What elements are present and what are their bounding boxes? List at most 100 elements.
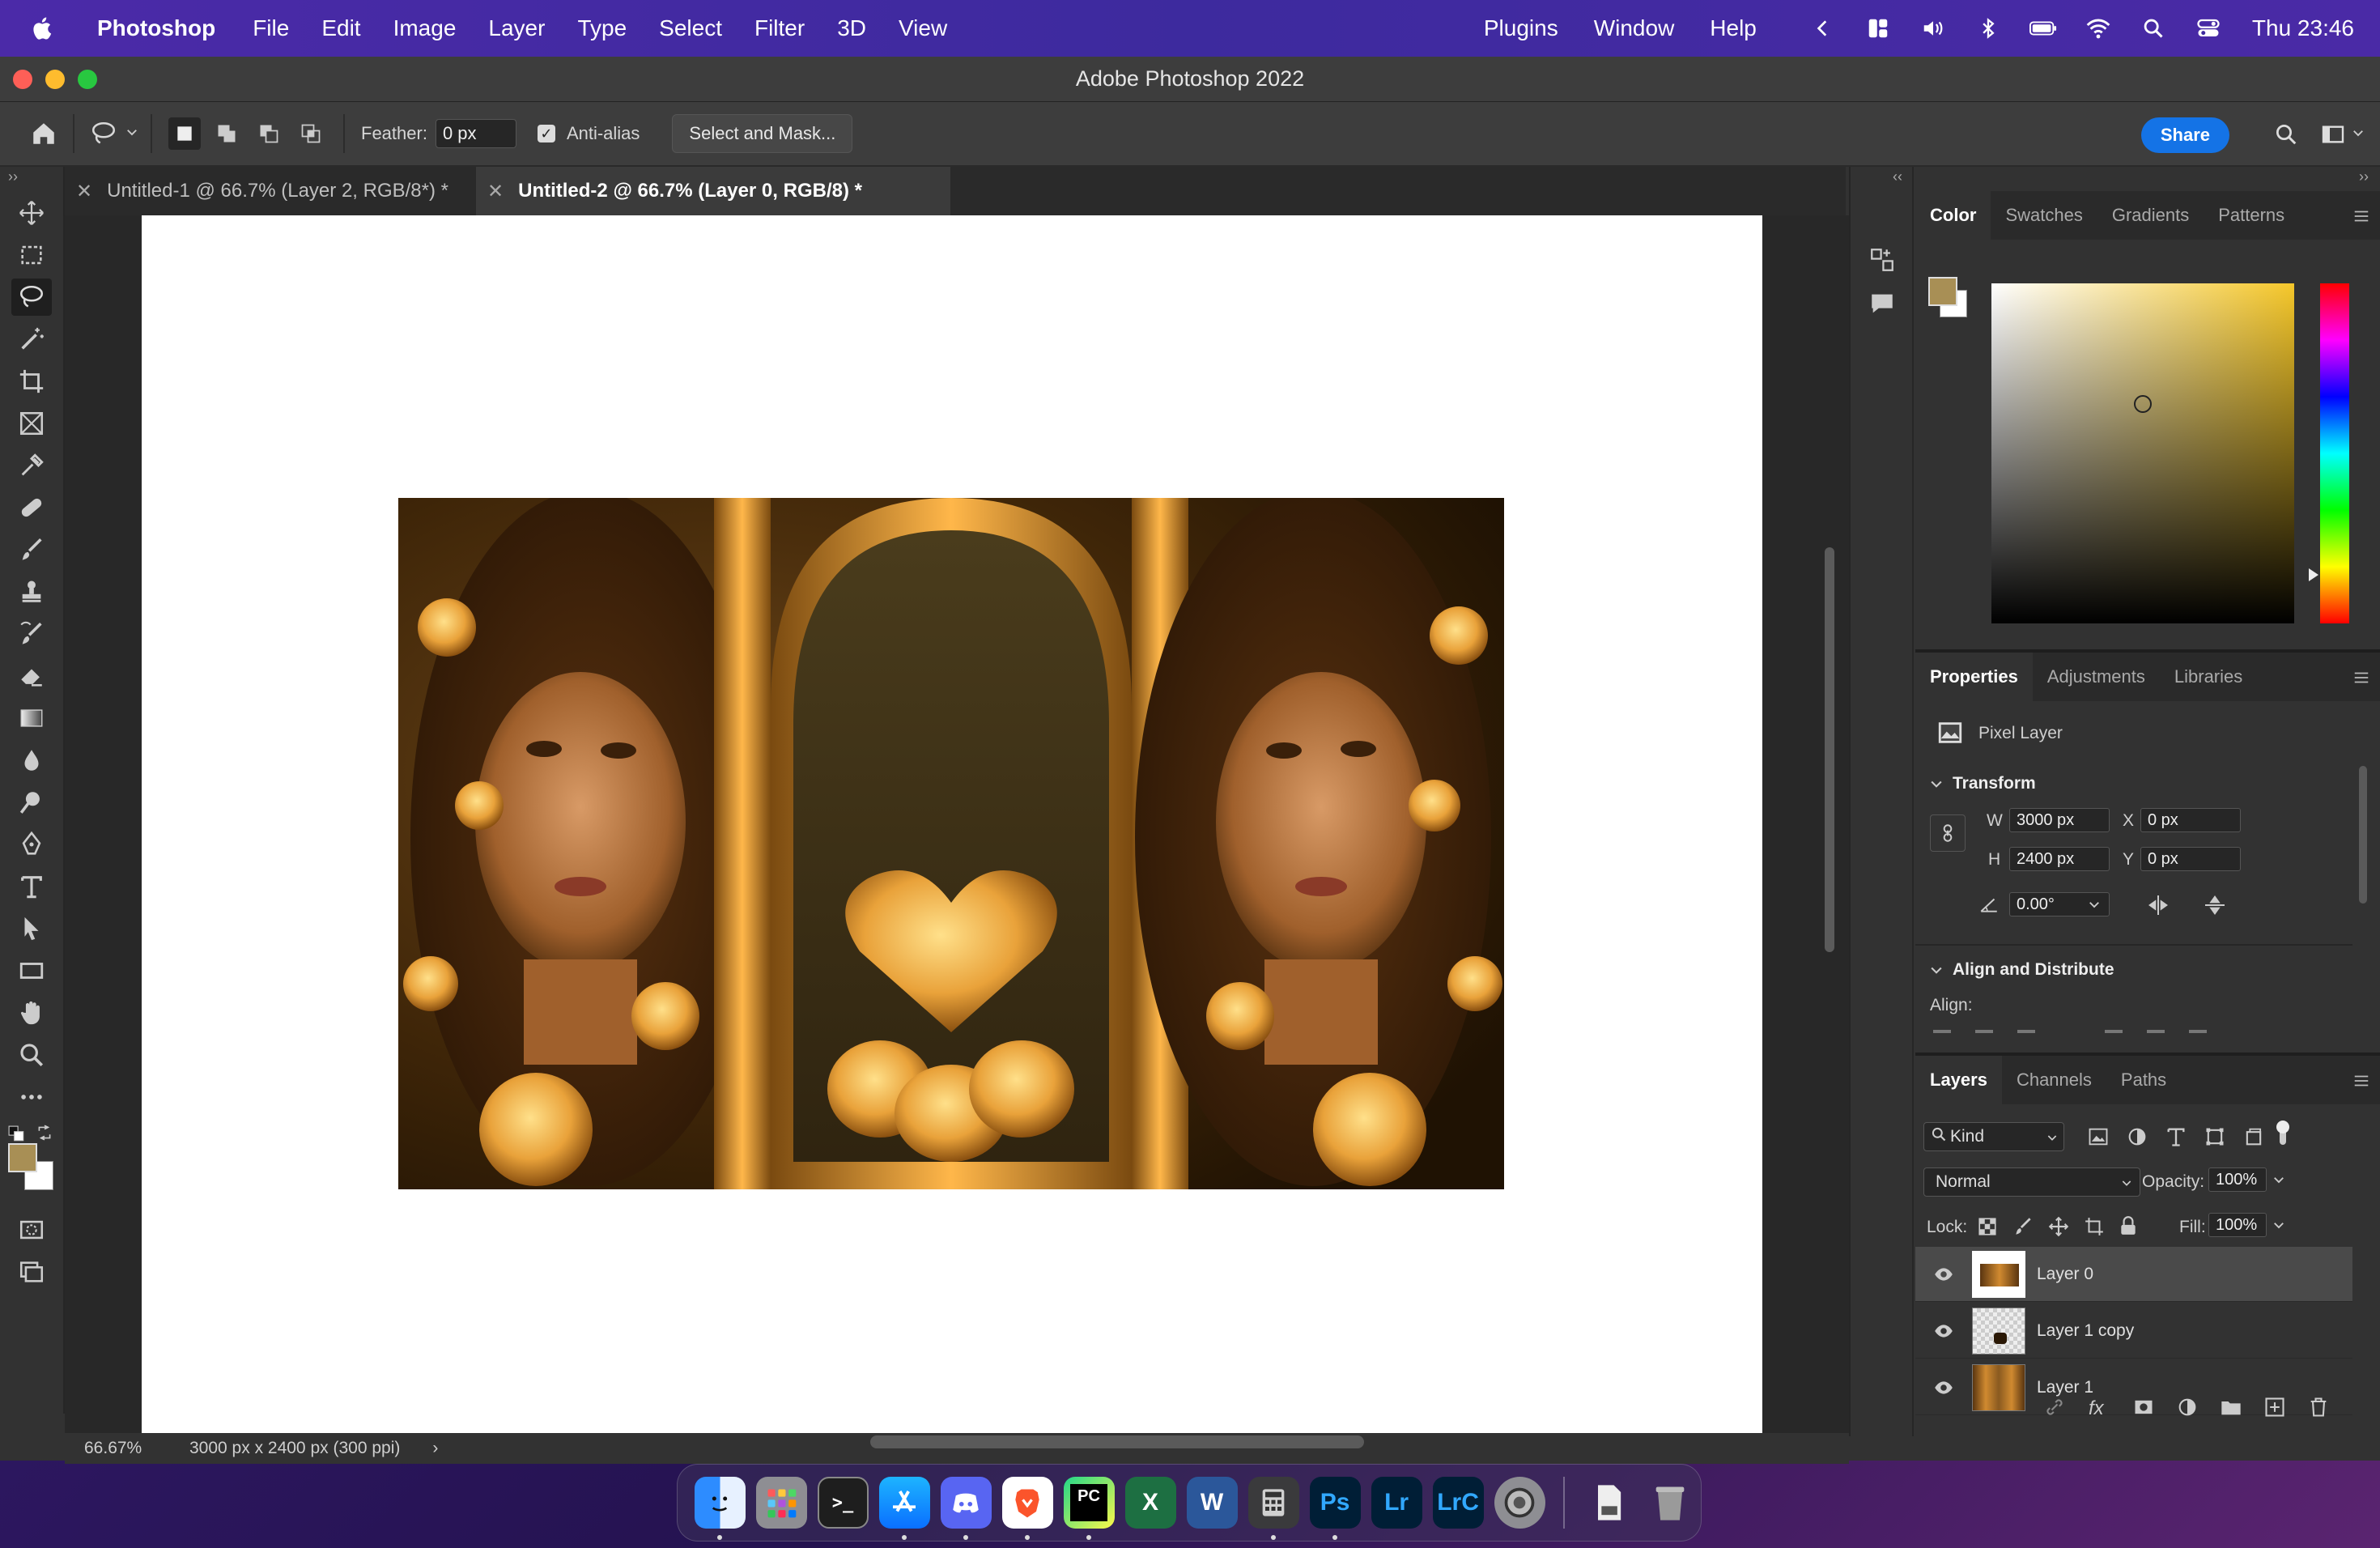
lock-transparent-icon[interactable] [1977,1216,1998,1241]
hand-tool-icon[interactable] [11,994,52,1031]
control-center-icon[interactable] [2195,15,2222,42]
blend-mode-select[interactable]: Normal [1923,1167,2140,1197]
color-panel-fg-swatch[interactable] [1928,277,1957,306]
pen-tool-icon[interactable] [11,826,52,863]
layer-name[interactable]: Layer 0 [2037,1265,2093,1284]
layer-name[interactable]: Layer 1 copy [2037,1321,2134,1341]
type-tool-icon[interactable] [11,868,52,905]
properties-scrollbar[interactable] [2359,766,2367,904]
tab-patterns[interactable]: Patterns [2204,191,2299,240]
zoom-tool-icon[interactable] [11,1036,52,1074]
calculator-icon[interactable] [1247,1477,1299,1540]
transform-chevron-icon[interactable] [1928,776,1944,796]
visibility-eye-icon[interactable] [1915,1264,1972,1285]
layer-thumbnail[interactable] [1972,1307,2025,1354]
color-picker-field[interactable] [1991,283,2294,623]
opacity-chevron-down-icon[interactable] [2272,1172,2286,1191]
eraser-tool-icon[interactable] [11,657,52,695]
hue-slider[interactable] [2320,283,2349,623]
canvas-area[interactable] [65,215,1849,1436]
clone-stamp-tool-icon[interactable] [11,573,52,610]
tab-properties[interactable]: Properties [1915,653,2033,701]
filter-type-icon[interactable] [2165,1125,2187,1152]
history-panel-icon[interactable] [1868,246,1896,278]
lightroom-classic-icon[interactable]: LrC [1432,1477,1484,1529]
tab-adjustments[interactable]: Adjustments [2033,653,2160,701]
workspace-chevron-down-icon[interactable] [2351,124,2365,145]
visibility-eye-icon[interactable] [1915,1377,1972,1398]
collapse-tools-icon[interactable]: ›› [8,168,18,185]
home-icon[interactable] [26,116,62,151]
path-selection-tool-icon[interactable] [11,910,52,947]
clock[interactable]: Thu 23:46 [2252,15,2354,41]
lock-artboard-icon[interactable] [2084,1216,2105,1241]
visibility-eye-icon[interactable] [1915,1320,1972,1342]
magic-wand-tool-icon[interactable] [11,321,52,358]
color-picker-cursor[interactable] [2134,395,2152,413]
blur-tool-icon[interactable] [11,742,52,779]
link-layers-icon[interactable] [2043,1396,2066,1423]
delete-layer-icon[interactable] [2307,1396,2330,1423]
history-brush-tool-icon[interactable] [11,615,52,653]
horizontal-scrollbar[interactable] [870,1435,1364,1448]
hue-slider-handle[interactable] [2309,568,2318,581]
share-button[interactable]: Share [2140,117,2229,153]
fx-icon[interactable]: fx [2089,1397,2104,1420]
dodge-tool-icon[interactable] [11,784,52,821]
rectangle-tool-icon[interactable] [11,952,52,989]
tab-gradients[interactable]: Gradients [2097,191,2204,240]
align-bottom-icon[interactable] [2189,1030,2207,1033]
menu-app-name[interactable]: Photoshop [81,15,232,41]
pycharm-icon[interactable]: PC [1063,1477,1115,1540]
quick-mask-icon[interactable] [11,1211,52,1248]
chevron-left-icon[interactable] [1809,15,1837,42]
width-input[interactable] [2009,808,2110,832]
flip-horizontal-icon[interactable] [2145,892,2171,922]
align-hcenter-icon[interactable] [1975,1030,1993,1033]
lock-position-icon[interactable] [2048,1216,2069,1241]
menu-window[interactable]: Window [1576,15,1693,41]
eyedropper-tool-icon[interactable] [11,447,52,484]
panel-menu-icon[interactable] [2352,207,2370,230]
layer-thumbnail[interactable] [1972,1363,2025,1411]
tab-untitled-1[interactable]: ✕ Untitled-1 @ 66.7% (Layer 2, RGB/8*) * [65,167,470,215]
battery-icon[interactable] [2029,15,2057,42]
filter-smart-object-icon[interactable] [2242,1125,2265,1152]
height-input[interactable] [2009,847,2110,871]
subtract-from-selection-button[interactable] [253,117,285,150]
search-icon[interactable] [2268,117,2304,152]
move-tool-icon[interactable] [11,194,52,232]
trash-icon[interactable] [1645,1477,1696,1529]
panel-menu-icon[interactable] [2352,1072,2370,1095]
discord-icon[interactable] [940,1477,992,1540]
document-canvas[interactable] [142,215,1762,1436]
add-to-selection-button[interactable] [210,117,243,150]
link-dimensions-icon[interactable] [1930,814,1966,852]
align-chevron-icon[interactable] [1928,962,1944,982]
layer-thumbnail[interactable] [1972,1250,2025,1298]
menu-file[interactable]: File [236,15,305,41]
brave-icon[interactable] [1001,1477,1053,1540]
menu-view[interactable]: View [882,15,963,41]
fill-input[interactable] [2208,1213,2267,1237]
apple-menu-icon[interactable] [29,15,57,42]
tab-untitled-2[interactable]: ✕ Untitled-2 @ 66.7% (Layer 0, RGB/8) * [476,167,950,215]
menu-layer[interactable]: Layer [472,15,561,41]
terminal-icon[interactable]: >_ [817,1477,869,1529]
foreground-color-swatch[interactable] [8,1143,37,1172]
new-adjustment-layer-icon[interactable] [2176,1396,2199,1423]
word-icon[interactable]: W [1186,1477,1238,1529]
align-right-icon[interactable] [2017,1030,2035,1033]
document-icon[interactable] [1583,1477,1634,1529]
filter-shape-icon[interactable] [2204,1125,2226,1152]
menu-filter[interactable]: Filter [738,15,821,41]
tab-swatches[interactable]: Swatches [1991,191,2097,240]
wifi-icon[interactable] [2085,15,2112,42]
menu-help[interactable]: Help [1692,15,1774,41]
lasso-tool-preset-icon[interactable] [86,116,121,151]
screen-mode-icon[interactable] [11,1253,52,1291]
filter-toggle-knob[interactable] [2276,1121,2289,1133]
menu-3d[interactable]: 3D [821,15,882,41]
close-tab-icon[interactable]: ✕ [487,180,504,203]
comments-panel-icon[interactable] [1868,290,1896,321]
